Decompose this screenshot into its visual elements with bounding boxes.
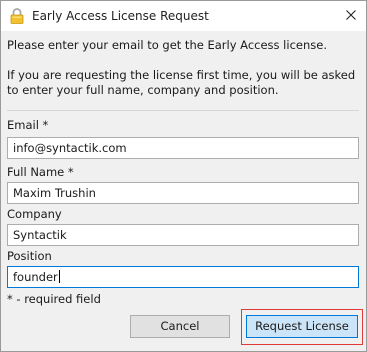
position-field[interactable]: founder (7, 266, 359, 288)
dialog-title: Early Access License Request (32, 9, 209, 23)
company-value: Syntactik (13, 228, 67, 242)
email-label: Email * (7, 118, 49, 132)
cancel-button-label: Cancel (160, 319, 200, 333)
email-value: info@syntactik.com (13, 141, 127, 155)
position-value: founder (13, 270, 58, 284)
lock-icon (10, 8, 24, 24)
fullname-label: Full Name * (7, 165, 74, 179)
close-icon (346, 9, 356, 23)
license-request-dialog: Early Access License Request Please ente… (0, 0, 367, 352)
fullname-value: Maxim Trushin (13, 186, 96, 200)
intro-line: Please enter your email to get the Early… (7, 38, 327, 52)
dialog-body: Please enter your email to get the Early… (1, 31, 366, 351)
email-field[interactable]: info@syntactik.com (7, 137, 359, 159)
intro-line: If you are requesting the license first … (7, 68, 356, 82)
request-license-button[interactable]: Request License (246, 315, 358, 338)
fullname-field[interactable]: Maxim Trushin (7, 182, 359, 204)
intro-text: Please enter your email to get the Early… (7, 38, 357, 98)
intro-line: to enter your full name, company and pos… (7, 83, 279, 97)
position-label: Position (7, 249, 52, 263)
cancel-button[interactable]: Cancel (130, 315, 230, 338)
company-field[interactable]: Syntactik (7, 224, 359, 246)
text-caret (58, 270, 60, 283)
request-license-button-label: Request License (255, 319, 349, 333)
close-button[interactable] (336, 1, 366, 31)
divider (7, 110, 359, 111)
title-bar: Early Access License Request (1, 1, 366, 31)
company-label: Company (7, 207, 62, 221)
required-field-note: * - required field (7, 292, 101, 306)
